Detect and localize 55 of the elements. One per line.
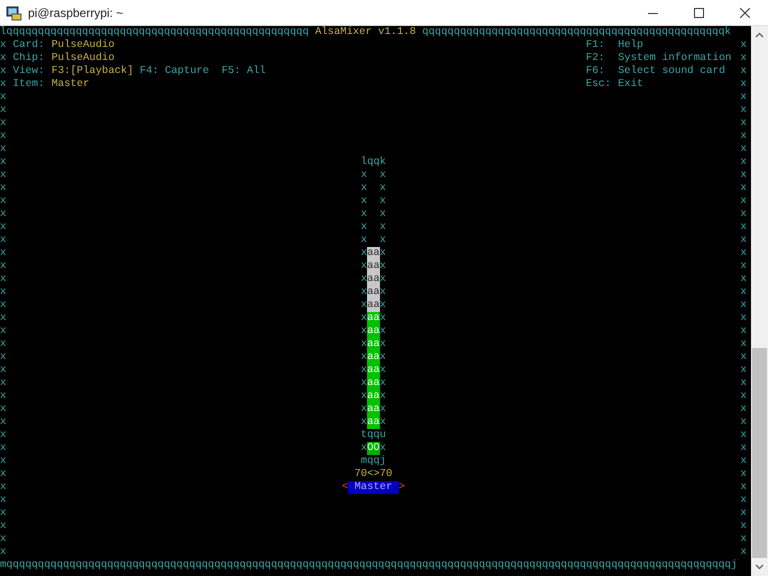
view-option[interactable]: F5: All <box>222 65 266 78</box>
meter-border: x <box>380 442 386 455</box>
frame-border: mqqqqqqqqqqqqqqqqqqqqqqqqqqqqqqqqqqqqqqqqqqqqqqqqqqqqqqqqqqqqqqqqqqqqqqqqqqqqqqqqqqqqqqqqqqqqqqqqqqqqqqqqqqqqqqqqqqqj <box>0 559 738 572</box>
scroll-up-icon[interactable] <box>755 32 764 38</box>
help-key: Esc: <box>586 78 618 91</box>
info-value: PulseAudio <box>52 39 116 52</box>
fill-glyph: aa <box>367 299 380 312</box>
fill-glyph: aa <box>367 416 380 429</box>
fill-glyph: aa <box>367 364 380 377</box>
info-label: View: <box>12 65 46 78</box>
frame-border: xxxxxxxxxxxxxxxxxxxxxxxxxxxxxxxxxxxxxxxx <box>740 39 747 559</box>
fill-glyph: aa <box>367 273 380 286</box>
meter-border: mqqj <box>360 455 386 468</box>
info-label: Chip: <box>12 52 46 65</box>
meter-border: tqqu <box>360 429 386 442</box>
help-action: System information <box>618 52 732 65</box>
fill-glyph: aa <box>367 351 380 364</box>
selection-arrow: > <box>398 481 405 494</box>
scrollbar-thumb[interactable] <box>752 348 767 558</box>
scrollbar[interactable] <box>751 26 768 576</box>
window-title: pi@raspberrypi: ~ <box>28 6 124 20</box>
terminal-app-icon <box>6 4 22 20</box>
fill-glyph: aa <box>367 325 380 338</box>
meter-border: xxxxxxxxxxxxxxxxxxxx <box>380 169 386 429</box>
fill-glyph: aa <box>367 390 380 403</box>
meter-border: lqqk <box>360 156 386 169</box>
help-action: Select sound card <box>618 65 726 78</box>
info-label: Item: <box>12 78 46 91</box>
view-option[interactable]: F4: Capture <box>140 65 210 78</box>
help-key: F6: <box>586 65 618 78</box>
fill-glyph: aa <box>367 338 380 351</box>
maximize-icon <box>694 8 704 18</box>
help-action: Help <box>618 39 644 52</box>
view-option[interactable]: F3:[Playback] <box>52 65 134 78</box>
mixer-title: AlsaMixer v1.1.8 <box>315 26 416 39</box>
volume-reading: 70<>70 <box>354 468 392 481</box>
help-action: Exit <box>618 78 644 91</box>
info-label: Card: <box>12 39 46 52</box>
frame-border: lqqqqqqqqqqqqqqqqqqqqqqqqqqqqqqqqqqqqqqqqqqqqqqqq <box>0 26 309 39</box>
close-icon <box>740 8 750 18</box>
fill-glyph: aa <box>367 312 380 325</box>
fill-glyph: aa <box>367 247 380 260</box>
fill-glyph: aa <box>367 403 380 416</box>
frame-border: qqqqqqqqqqqqqqqqqqqqqqqqqqqqqqqqqqqqqqqqqqqqqqqqk <box>422 26 731 39</box>
scroll-down-icon[interactable] <box>755 564 764 570</box>
fill-glyph: aa <box>367 286 380 299</box>
info-value: PulseAudio <box>52 52 116 65</box>
control-name[interactable]: Master <box>348 481 399 494</box>
help-key: F2: <box>586 52 618 65</box>
fill-glyph: aa <box>367 377 380 390</box>
meter-border: x <box>360 442 368 455</box>
info-value: Master <box>52 78 90 91</box>
fill-glyph: aa <box>367 260 380 273</box>
help-key: F1: <box>586 39 618 52</box>
selection-arrow: < <box>342 481 348 494</box>
